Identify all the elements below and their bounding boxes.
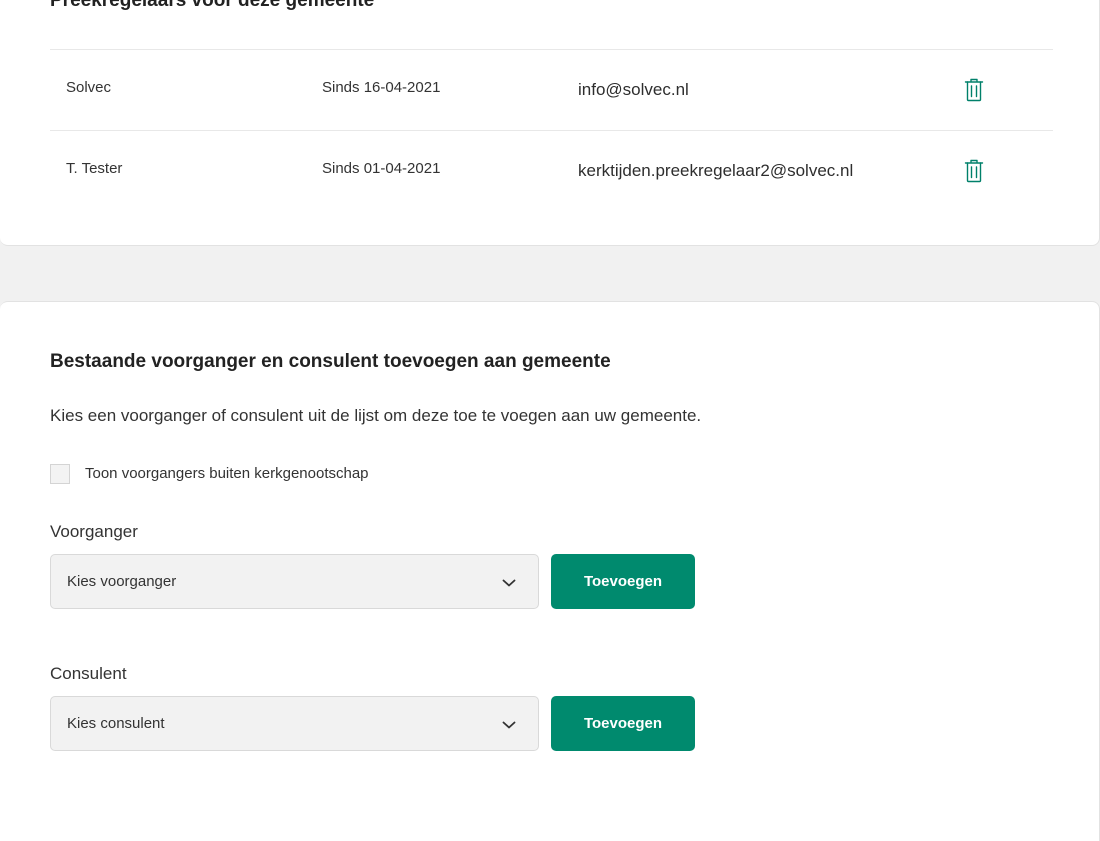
add-section-intro: Kies een voorganger of consulent uit de …: [50, 406, 702, 425]
preekregelaar-email: info@solvec.nl: [578, 80, 689, 99]
add-voorganger-button[interactable]: Toevoegen: [551, 554, 695, 609]
preekregelaar-name: Solvec: [66, 79, 112, 96]
preekregelaars-title: Preekregelaars voor deze gemeente: [50, 0, 375, 11]
preekregelaar-name: T. Tester: [66, 160, 123, 177]
toon-buiten-kerkgenootschap-checkbox[interactable]: [50, 464, 70, 484]
checkbox-label: Toon voorgangers buiten kerkgenootschap: [85, 465, 369, 482]
add-section-title: Bestaande voorganger en consulent toevoe…: [50, 351, 611, 372]
chevron-down-icon: [502, 717, 516, 729]
preekregelaar-row: Solvec Sinds 16-04-2021 info@solvec.nl: [50, 49, 1053, 131]
voorganger-select[interactable]: Kies voorganger: [50, 554, 539, 609]
trash-icon[interactable]: [964, 78, 984, 102]
consulent-select-value: Kies consulent: [67, 715, 165, 732]
add-voorganger-card: Bestaande voorganger en consulent toevoe…: [0, 301, 1100, 841]
voorganger-label: Voorganger: [50, 522, 138, 541]
trash-icon[interactable]: [964, 159, 984, 183]
preekregelaar-since: Sinds 16-04-2021: [322, 79, 441, 96]
preekregelaar-since: Sinds 01-04-2021: [322, 160, 441, 177]
consulent-select[interactable]: Kies consulent: [50, 696, 539, 751]
preekregelaar-email: kerktijden.preekregelaar2@solvec.nl: [578, 161, 854, 180]
add-consulent-button[interactable]: Toevoegen: [551, 696, 695, 751]
voorganger-select-value: Kies voorganger: [67, 573, 177, 590]
chevron-down-icon: [502, 575, 516, 587]
preekregelaar-row: T. Tester Sinds 01-04-2021 kerktijden.pr…: [50, 130, 1053, 212]
consulent-label: Consulent: [50, 664, 127, 683]
preekregelaars-card: Preekregelaars voor deze gemeente Solvec…: [0, 0, 1100, 246]
